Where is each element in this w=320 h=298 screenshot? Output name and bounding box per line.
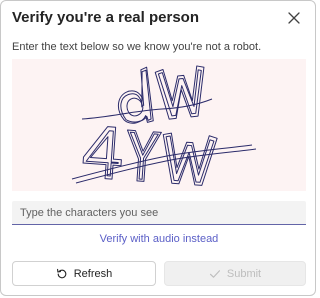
- captcha-image: [12, 59, 306, 191]
- submit-button[interactable]: Submit: [164, 261, 306, 286]
- refresh-button[interactable]: Refresh: [12, 261, 156, 286]
- close-icon: [288, 12, 300, 24]
- audio-verification-link[interactable]: Verify with audio instead: [1, 233, 317, 245]
- dialog-title: Verify you're a real person: [12, 9, 199, 26]
- checkmark-icon: [209, 269, 220, 278]
- refresh-label: Refresh: [73, 267, 113, 280]
- verify-dialog: Verify you're a real person Enter the te…: [0, 0, 316, 296]
- dialog-subtitle: Enter the text below so we know you're n…: [12, 41, 262, 53]
- captcha-input[interactable]: [12, 201, 306, 225]
- refresh-icon: [56, 268, 67, 278]
- submit-label: Submit: [226, 267, 262, 280]
- close-button[interactable]: [284, 8, 304, 28]
